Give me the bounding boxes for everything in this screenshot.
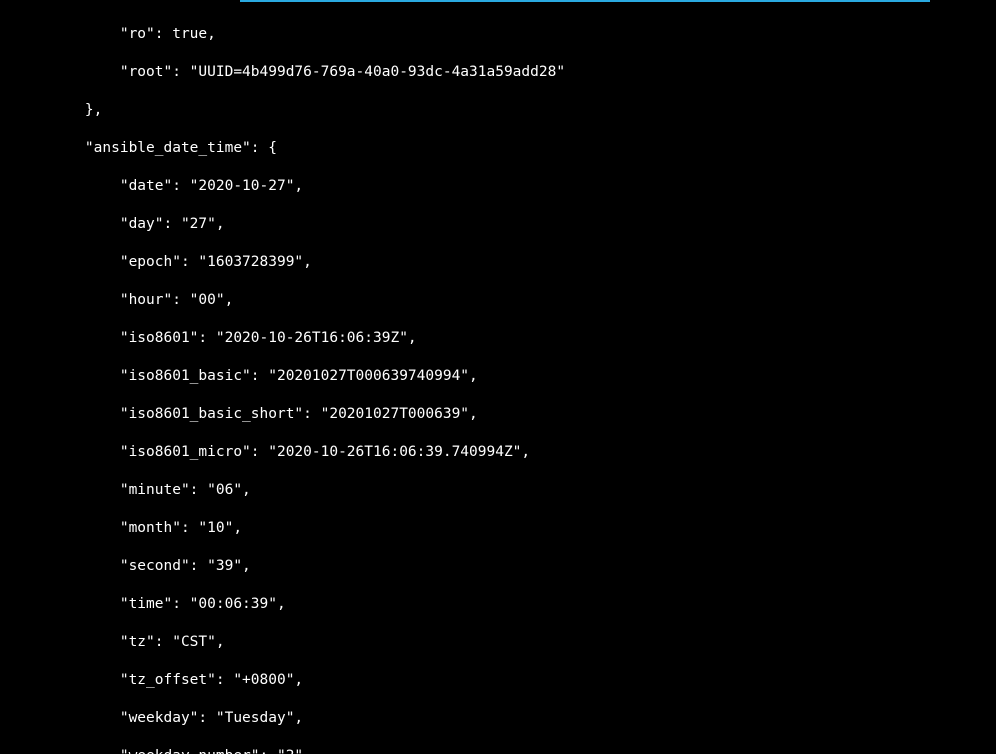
json-line: "epoch": "1603728399", <box>50 253 996 272</box>
json-line: "iso8601_basic_short": "20201027T000639"… <box>50 405 996 424</box>
json-line: }, <box>50 101 996 120</box>
json-line: "root": "UUID=4b499d76-769a-40a0-93dc-4a… <box>50 63 996 82</box>
json-line: "weekday": "Tuesday", <box>50 709 996 728</box>
json-line: "second": "39", <box>50 557 996 576</box>
json-line: "day": "27", <box>50 215 996 234</box>
json-line: "tz": "CST", <box>50 633 996 652</box>
window-top-accent <box>240 0 930 2</box>
json-line: "iso8601": "2020-10-26T16:06:39Z", <box>50 329 996 348</box>
json-line: "tz_offset": "+0800", <box>50 671 996 690</box>
json-line: "ro": true, <box>50 25 996 44</box>
json-line: "hour": "00", <box>50 291 996 310</box>
json-line: "date": "2020-10-27", <box>50 177 996 196</box>
json-line: "weekday_number": "2", <box>50 747 996 754</box>
terminal-output[interactable]: "ro": true, "root": "UUID=4b499d76-769a-… <box>0 0 996 754</box>
json-line: "iso8601_micro": "2020-10-26T16:06:39.74… <box>50 443 996 462</box>
json-line: "time": "00:06:39", <box>50 595 996 614</box>
json-line: "ansible_date_time": { <box>50 139 996 158</box>
json-line: "iso8601_basic": "20201027T000639740994"… <box>50 367 996 386</box>
json-line: "month": "10", <box>50 519 996 538</box>
json-line: "minute": "06", <box>50 481 996 500</box>
